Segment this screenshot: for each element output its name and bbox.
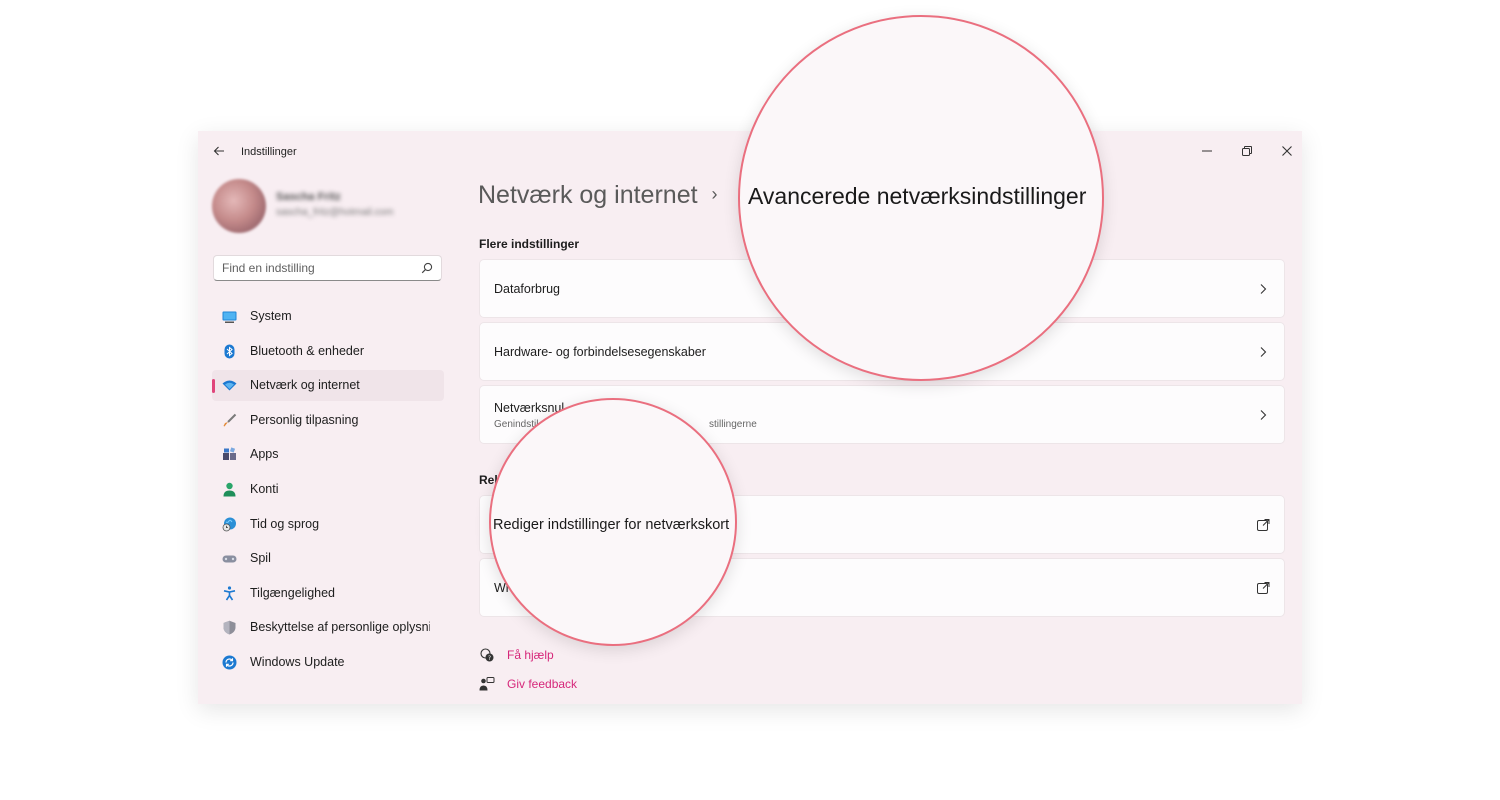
accessibility-icon <box>223 586 236 601</box>
chevron-right-icon: › <box>711 184 718 204</box>
sidebar-item-gaming[interactable]: Spil <box>212 543 444 574</box>
person-icon <box>223 482 236 497</box>
card-title: Hardware- og forbindelsesegenskaber <box>494 345 706 359</box>
apps-icon <box>223 447 236 461</box>
feedback-icon <box>479 677 495 691</box>
external-link-icon <box>1257 518 1270 531</box>
zoom-callout-page-title: Avancerede netværksindstillinger <box>738 15 1104 381</box>
chevron-right-icon <box>1260 409 1267 420</box>
external-link-icon <box>1257 581 1270 594</box>
sidebar-item-apps[interactable]: Apps <box>212 439 444 470</box>
minimize-button[interactable] <box>1187 137 1227 165</box>
sidebar-item-label: Spil <box>250 551 271 566</box>
sidebar-item-time-language[interactable]: Tid og sprog <box>212 509 444 540</box>
minimize-icon <box>1202 150 1212 152</box>
breadcrumb: Netværk og internet › <box>478 181 730 210</box>
close-icon <box>1282 146 1292 156</box>
arrow-left-icon <box>213 146 224 156</box>
sidebar-item-personalization[interactable]: Personlig tilpasning <box>212 405 444 436</box>
sidebar-item-windows-update[interactable]: Windows Update <box>212 647 444 678</box>
sidebar-item-label: Konti <box>250 481 279 496</box>
shield-icon <box>223 621 236 635</box>
sidebar-item-system[interactable]: System <box>212 301 444 332</box>
avatar <box>212 179 266 233</box>
sidebar-item-accounts[interactable]: Konti <box>212 474 444 505</box>
back-button[interactable] <box>210 143 228 161</box>
sidebar-item-label: Personlig tilpasning <box>250 412 359 427</box>
svg-text:?: ? <box>488 655 491 662</box>
sidebar-item-label: Tid og sprog <box>250 516 320 531</box>
sidebar-item-label: Bluetooth & enheder <box>250 343 364 358</box>
restore-icon <box>1242 146 1252 156</box>
wifi-icon <box>222 380 237 391</box>
user-profile[interactable]: Sascha Fritz sascha_fritz@hotmail.com <box>212 179 442 235</box>
sidebar-item-label: Windows Update <box>250 654 345 669</box>
active-indicator <box>212 379 215 394</box>
card-title: Dataforbrug <box>494 282 561 296</box>
help-headset-icon: ? <box>480 648 494 662</box>
sidebar-item-accessibility[interactable]: Tilgængelighed <box>212 578 444 609</box>
card-title-zoomed[interactable]: Rediger indstillinger for netværkskort <box>493 517 729 533</box>
search-icon[interactable] <box>421 262 433 274</box>
sidebar-item-label: Tilgængelighed <box>250 585 336 600</box>
chevron-right-icon <box>1260 346 1267 357</box>
sidebar-item-privacy[interactable]: Beskyttelse af personlige oplysninger <box>212 612 444 643</box>
globe-clock-icon <box>222 517 236 531</box>
sidebar-item-label: Apps <box>250 447 279 462</box>
sidebar-item-bluetooth[interactable]: Bluetooth & enheder <box>212 336 444 367</box>
monitor-icon <box>222 311 237 323</box>
chevron-right-icon <box>1260 283 1267 294</box>
sidebar-nav: System Bluetooth & enheder Netværk og in… <box>212 301 444 682</box>
profile-name: Sascha Fritz <box>276 191 341 203</box>
page-title: Avancerede netværksindstillinger <box>748 183 1087 209</box>
gamepad-icon <box>222 555 237 563</box>
sidebar-item-label: Beskyttelse af personlige oplysninger <box>250 620 430 635</box>
profile-email: sascha_fritz@hotmail.com <box>276 207 394 218</box>
search-input[interactable] <box>222 259 412 277</box>
zoom-callout-adapter-options: Rediger indstillinger for netværkskort <box>489 398 737 646</box>
app-title: Indstillinger <box>241 146 297 158</box>
card-subtitle-tail: stillingerne <box>709 419 757 430</box>
give-feedback-label: Giv feedback <box>507 677 578 691</box>
search-box <box>213 255 442 281</box>
get-help-label: Få hjælp <box>507 648 554 662</box>
sidebar-item-label: Netværk og internet <box>250 378 360 393</box>
update-icon <box>222 655 237 670</box>
sidebar-item-label: System <box>250 309 292 323</box>
bluetooth-icon <box>224 344 235 359</box>
sidebar-item-network[interactable]: Netværk og internet <box>212 370 444 402</box>
section-heading-more-settings: Flere indstillinger <box>479 237 580 251</box>
close-button[interactable] <box>1267 137 1302 165</box>
brush-icon <box>223 413 237 427</box>
breadcrumb-parent-link[interactable]: Netværk og internet <box>478 181 698 209</box>
restore-button[interactable] <box>1227 137 1267 165</box>
